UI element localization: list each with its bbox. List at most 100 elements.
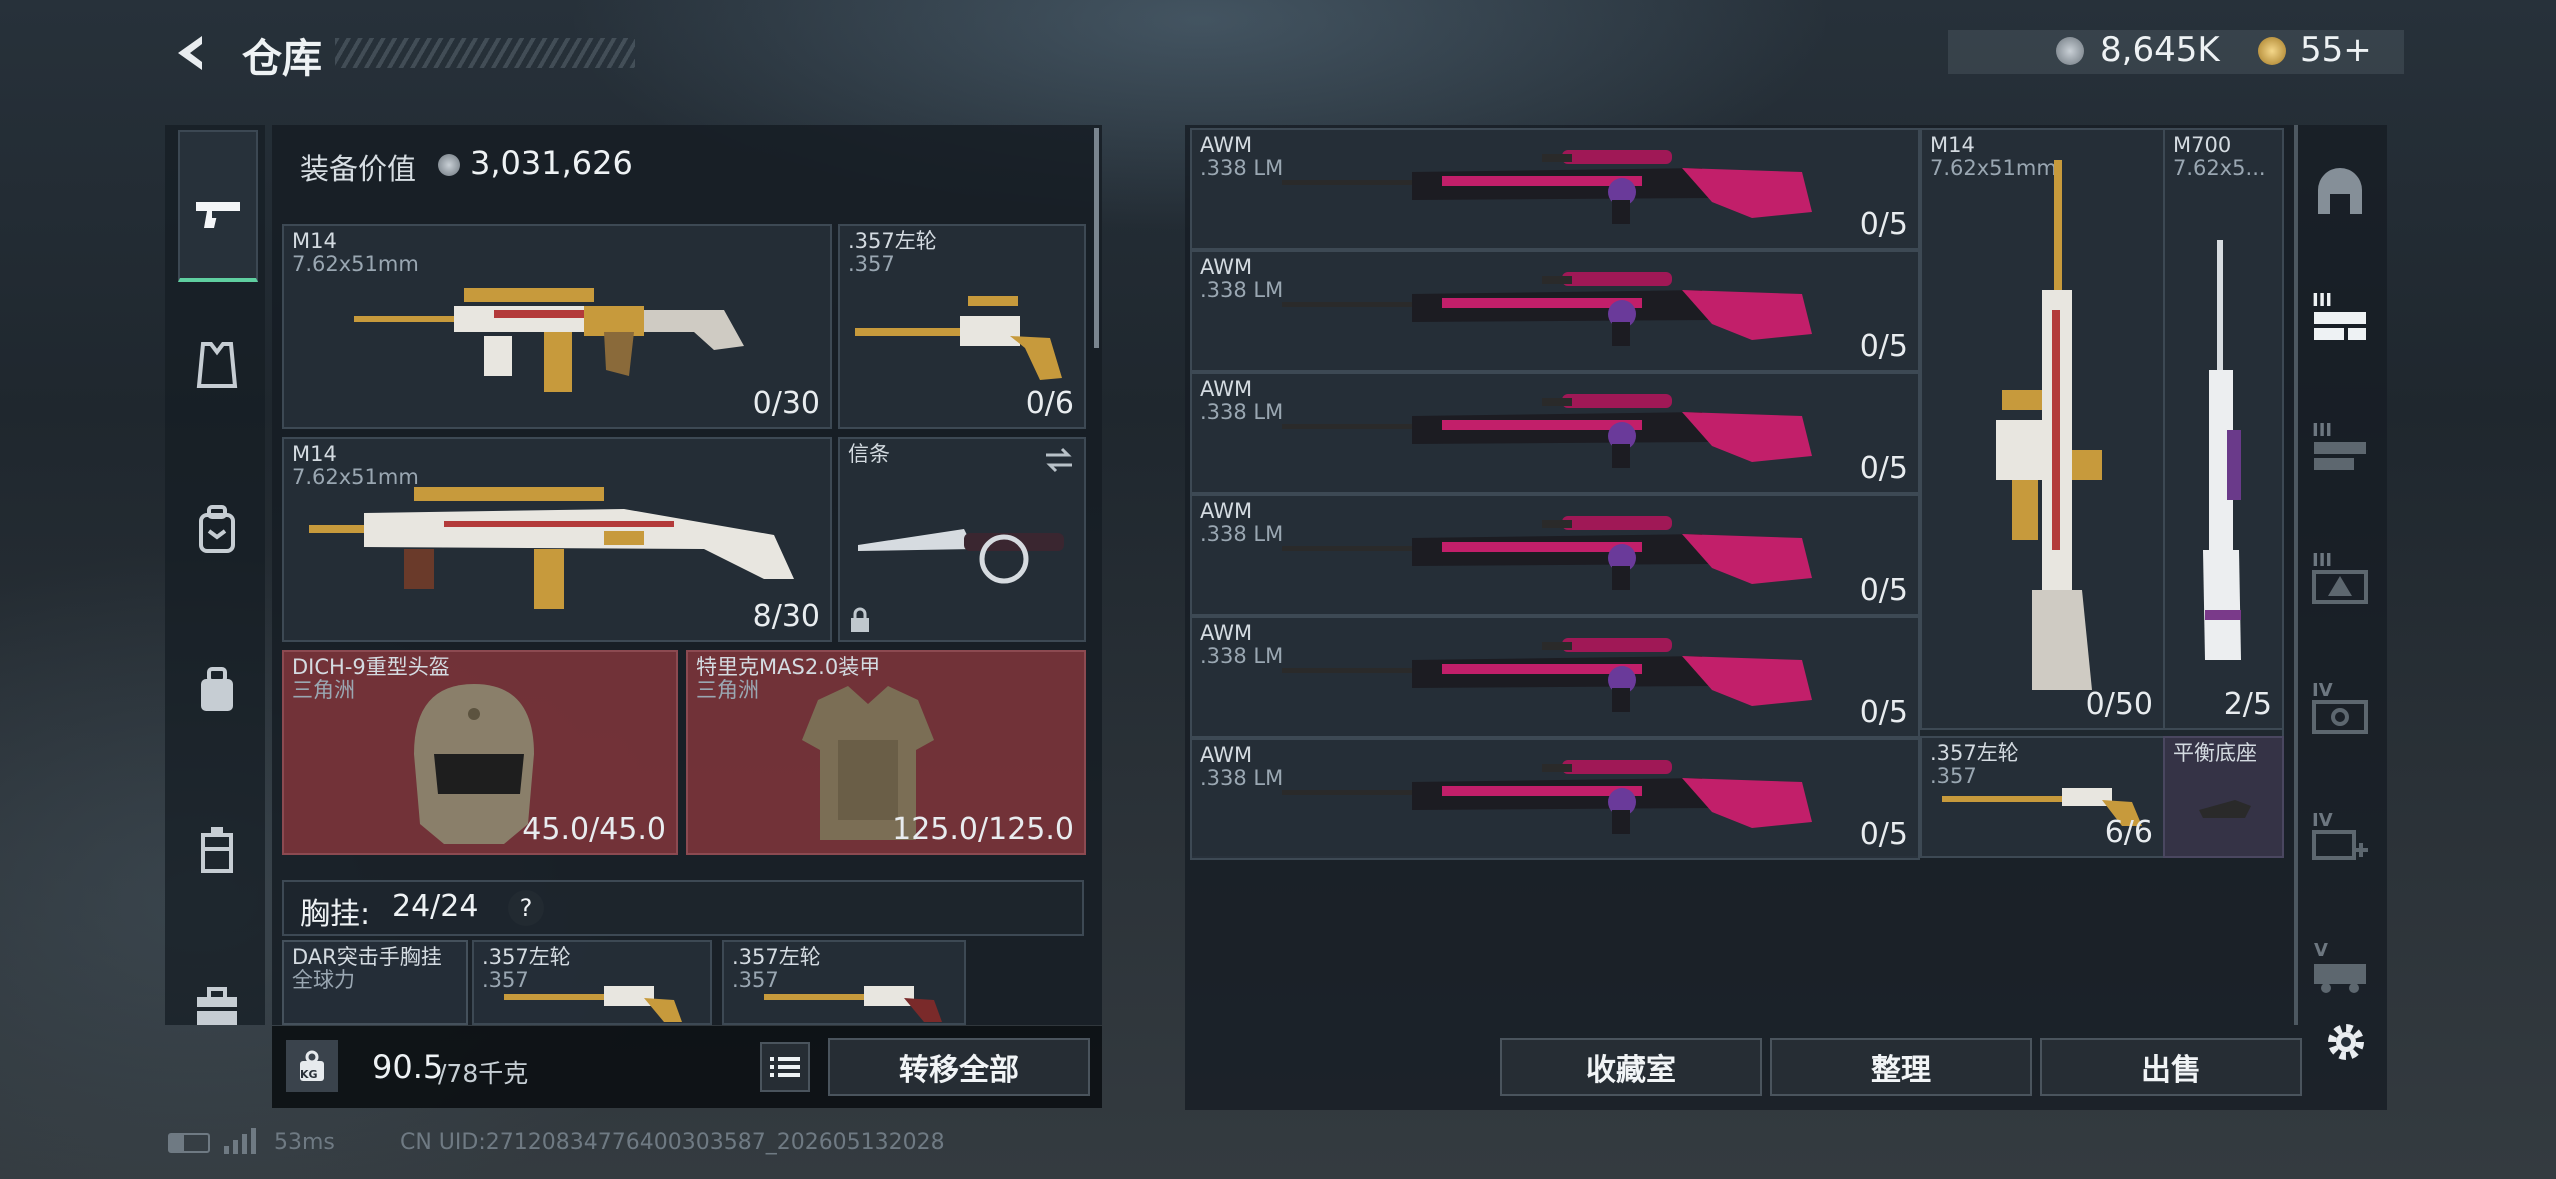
lock-icon: [851, 607, 869, 632]
signal-icon: [224, 1128, 256, 1154]
rig-slot-3[interactable]: .357左轮 .357: [722, 940, 966, 1025]
awm-sniper-image: [1282, 760, 1812, 834]
transfer-all-button[interactable]: 转移全部: [828, 1038, 1090, 1096]
tab-storage-1[interactable]: III: [2310, 290, 2370, 350]
item-sub: 全球力: [292, 968, 355, 992]
sell-button[interactable]: 出售: [2040, 1038, 2302, 1096]
item-count: 2/5: [2223, 687, 2272, 722]
tab-storage-2[interactable]: III: [2310, 420, 2370, 480]
category-weapons[interactable]: [178, 130, 258, 282]
category-backpack[interactable]: [195, 505, 239, 555]
tab-storage-3[interactable]: III: [2310, 550, 2370, 610]
dome-icon: [2318, 168, 2362, 214]
slot-helmet[interactable]: DICH-9重型头盔 三角洲 45.0/45.0: [282, 650, 678, 855]
slot-melee[interactable]: 信条: [838, 437, 1086, 642]
vest-icon: [196, 342, 238, 388]
durability: 125.0/125.0: [892, 812, 1074, 847]
storage-balance-base[interactable]: 平衡底座: [2163, 736, 2284, 858]
rig-label: 胸挂:: [300, 897, 371, 932]
list-view-button[interactable]: [760, 1042, 810, 1092]
weight-kg-tag: KG: [300, 1068, 318, 1081]
tab-level: III: [2312, 290, 2333, 311]
item-ammo: .338 LM: [1200, 766, 1284, 790]
revolver-image: [504, 986, 682, 1022]
user-uid: CN UID:27120834776400303587_202605132028: [400, 1130, 945, 1155]
balance-base-image: [2199, 800, 2251, 818]
slot-secondary-weapon[interactable]: M14 7.62x51mm 8/30: [282, 437, 832, 642]
briefcase-icon: [197, 987, 237, 1025]
category-case[interactable]: [193, 985, 241, 1029]
awm-sniper-image: [1282, 394, 1812, 468]
storage-awm-6[interactable]: AWM .338 LM 0/5: [1190, 738, 1920, 860]
tab-level: IV: [2312, 810, 2333, 831]
rig-slot-1[interactable]: DAR突击手胸挂 全球力: [282, 940, 468, 1025]
slot-primary-weapon[interactable]: M14 7.62x51mm 0/30: [282, 224, 832, 429]
tab-storage-5[interactable]: IV: [2310, 810, 2370, 870]
item-ammo: .338 LM: [1200, 522, 1284, 546]
storage-awm-3[interactable]: AWM .338 LM 0/5: [1190, 372, 1920, 494]
storage-awm-4[interactable]: AWM .338 LM 0/5: [1190, 494, 1920, 616]
page-title: 仓库: [242, 36, 322, 82]
item-name: .357左轮: [1930, 741, 2019, 765]
storage-m700[interactable]: M700 7.62x5... 2/5: [2163, 128, 2284, 730]
coin-icon: [2056, 37, 2084, 65]
list-icon: [770, 1057, 800, 1077]
item-count: 0/30: [752, 386, 820, 421]
item-name: M14: [1930, 133, 1975, 157]
awm-sniper-image: [1282, 516, 1812, 590]
item-name: AWM: [1200, 499, 1253, 523]
item-ammo: .338 LM: [1200, 400, 1284, 424]
item-ammo: 7.62x5...: [2173, 156, 2266, 180]
item-count: 0/5: [1859, 451, 1908, 486]
item-name: M700: [2173, 133, 2232, 157]
loadout-scrollbar[interactable]: [1094, 128, 1099, 348]
storage-awm-5[interactable]: AWM .338 LM 0/5: [1190, 616, 1920, 738]
durability: 45.0/45.0: [522, 812, 666, 847]
item-name: M14: [292, 442, 337, 466]
title-stripes: [335, 38, 635, 68]
storage-revolver[interactable]: .357左轮 .357 6/6: [1920, 736, 2165, 858]
currency-coins: 8,645K: [2100, 30, 2220, 70]
storage-m14[interactable]: M14 7.62x51mm 0/50: [1920, 128, 2165, 730]
rig-slot-2[interactable]: .357左轮 .357: [472, 940, 712, 1025]
storage-awm-1[interactable]: AWM .338 LM 0/5: [1190, 128, 1920, 250]
triangle-coin-icon: [2258, 37, 2286, 65]
tab-home[interactable]: [2310, 160, 2370, 220]
awm-sniper-image: [1282, 638, 1812, 712]
battery-icon: [168, 1133, 210, 1153]
currency-tokens[interactable]: 55+: [2300, 30, 2372, 70]
item-count: 0/6: [1025, 386, 1074, 421]
item-name: AWM: [1200, 133, 1253, 157]
max-weight: /78千克: [438, 1059, 529, 1088]
slot-sidearm[interactable]: .357左轮 .357 0/6: [838, 224, 1086, 429]
item-brand: 三角洲: [696, 678, 759, 702]
item-name: .357左轮: [732, 945, 821, 969]
slot-armor[interactable]: 特里克MAS2.0装甲 三角洲 125.0/125.0: [686, 650, 1086, 855]
m14-rifle-image: [354, 288, 744, 392]
tab-level: III: [2312, 550, 2333, 571]
storage-awm-2[interactable]: AWM .338 LM 0/5: [1190, 250, 1920, 372]
item-count: 0/5: [1859, 573, 1908, 608]
back-arrow-icon: [178, 36, 202, 70]
collection-room-button[interactable]: 收藏室: [1500, 1038, 1762, 1096]
rig-help-button[interactable]: ?: [508, 890, 544, 926]
swap-icon[interactable]: [1042, 445, 1076, 475]
rig-capacity: 24/24: [392, 889, 479, 924]
category-pouch[interactable]: [195, 665, 239, 715]
item-name: 信条: [848, 442, 890, 466]
category-vest[interactable]: [195, 340, 239, 390]
m14-rifle-image: [309, 487, 794, 609]
back-button[interactable]: [168, 30, 214, 76]
category-container[interactable]: [195, 825, 239, 875]
settings-button[interactable]: [2322, 1018, 2370, 1066]
container-icon: [201, 827, 233, 873]
tab-level: IV: [2312, 680, 2333, 701]
equipment-value-label: 装备价值: [300, 152, 417, 186]
tab-storage-6[interactable]: V: [2310, 940, 2370, 1000]
item-brand: 三角洲: [292, 678, 355, 702]
revolver-image: [855, 296, 1062, 380]
m700-rifle-vertical-image: [2203, 240, 2241, 660]
tab-storage-4[interactable]: IV: [2310, 680, 2370, 740]
sort-button[interactable]: 整理: [1770, 1038, 2032, 1096]
item-name: AWM: [1200, 377, 1253, 401]
